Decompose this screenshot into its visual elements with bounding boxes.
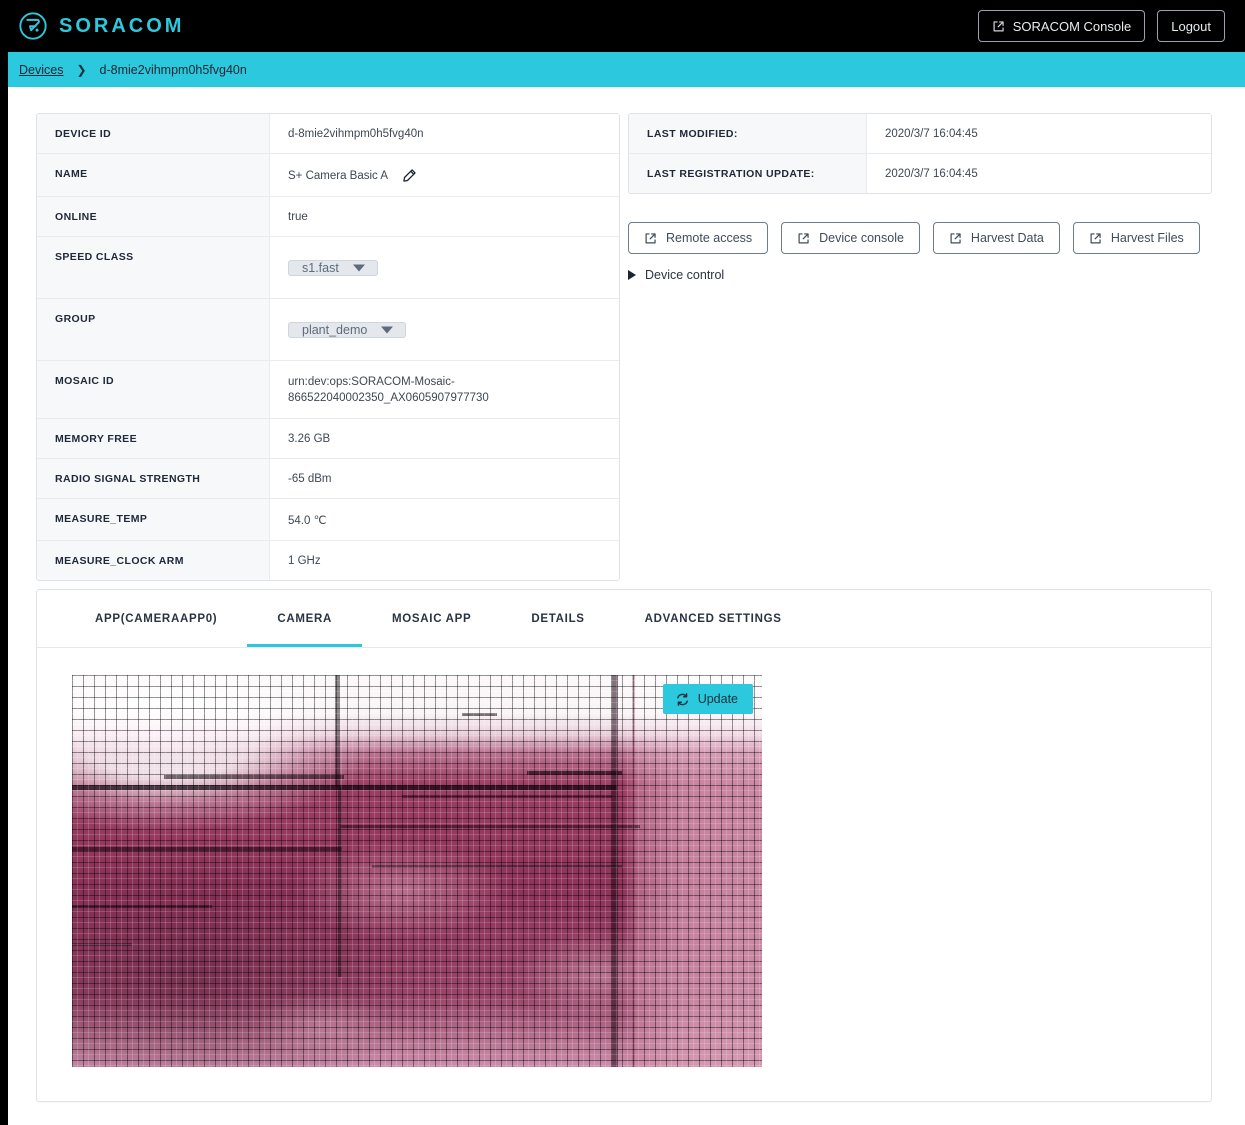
breadcrumb-devices-link[interactable]: Devices bbox=[19, 63, 63, 77]
left-rail bbox=[0, 0, 8, 1125]
sync-refresh-icon bbox=[676, 692, 688, 706]
row-label: LAST REGISTRATION UPDATE: bbox=[629, 154, 867, 193]
device-tab-card: APP(CAMERAAPP0) CAMERA MOSAIC APP DETAIL… bbox=[36, 589, 1212, 1102]
device-info-table: DEVICE ID d-8mie2vihmpm0h5fvg40n NAME S+… bbox=[36, 113, 620, 581]
external-link-icon bbox=[798, 232, 809, 243]
table-row: MOSAIC ID urn:dev:ops:SORACOM-Mosaic- 86… bbox=[37, 361, 619, 419]
row-value-speed-class: s1.fast bbox=[270, 237, 619, 298]
tab-advanced-settings[interactable]: ADVANCED SETTINGS bbox=[615, 590, 812, 647]
row-label: MOSAIC ID bbox=[37, 361, 270, 418]
table-row: MEASURE_TEMP 54.0 ℃ bbox=[37, 499, 619, 541]
external-link-icon bbox=[993, 20, 1004, 31]
device-name-text: S+ Camera Basic A bbox=[288, 169, 389, 182]
pencil-icon[interactable] bbox=[402, 168, 417, 183]
breadcrumb-separator-icon: ❯ bbox=[76, 62, 87, 77]
speed-class-select[interactable]: s1.fast bbox=[288, 260, 378, 276]
table-row: GROUP plant_demo bbox=[37, 299, 619, 361]
remote-access-button-label: Remote access bbox=[666, 231, 753, 245]
row-label: GROUP bbox=[37, 299, 270, 360]
breadcrumb: Devices ❯ d-8mie2vihmpm0h5fvg40n bbox=[19, 63, 247, 77]
row-value-measure-clock-arm: 1 GHz bbox=[270, 541, 619, 580]
device-meta-table: LAST MODIFIED: 2020/3/7 16:04:45 LAST RE… bbox=[628, 113, 1212, 194]
tab-mosaic-app[interactable]: MOSAIC APP bbox=[362, 590, 501, 647]
remote-access-button[interactable]: Remote access bbox=[628, 222, 769, 254]
table-row: NAME S+ Camera Basic A bbox=[37, 154, 619, 197]
external-link-icon bbox=[1090, 232, 1101, 243]
row-value-group: plant_demo bbox=[270, 299, 619, 360]
row-label: MEMORY FREE bbox=[37, 419, 270, 458]
soracom-console-button-label: SORACOM Console bbox=[1012, 18, 1132, 34]
logout-button[interactable]: Logout bbox=[1157, 10, 1225, 42]
device-action-buttons: Remote access Device console Harvest Dat… bbox=[628, 222, 1200, 254]
row-label: MEASURE_CLOCK ARM bbox=[37, 541, 270, 580]
table-row: SPEED CLASS s1.fast bbox=[37, 237, 619, 299]
row-label: SPEED CLASS bbox=[37, 237, 270, 298]
camera-snapshot[interactable]: Update bbox=[72, 675, 762, 1067]
soracom-console-button[interactable]: SORACOM Console bbox=[977, 10, 1146, 42]
soracom-logo-icon bbox=[19, 12, 47, 40]
row-value-measure-temp: 54.0 ℃ bbox=[270, 499, 619, 540]
tab-camera[interactable]: CAMERA bbox=[247, 590, 362, 647]
mosaic-id-line-1: urn:dev:ops:SORACOM-Mosaic- bbox=[288, 376, 455, 388]
row-value-memory-free: 3.26 GB bbox=[270, 419, 619, 458]
mosaic-id-line-2: 866522040002350_AX0605907977730 bbox=[288, 392, 489, 404]
row-value-online: true bbox=[270, 197, 619, 236]
camera-update-button-label: Update bbox=[697, 692, 738, 706]
harvest-data-button-label: Harvest Data bbox=[970, 231, 1044, 245]
row-value-device-id: d-8mie2vihmpm0h5fvg40n bbox=[270, 114, 619, 153]
device-console-button-label: Device console bbox=[819, 231, 904, 245]
logout-button-label: Logout bbox=[1171, 18, 1211, 34]
group-select-wrap: plant_demo bbox=[288, 313, 407, 347]
tab-details[interactable]: DETAILS bbox=[501, 590, 614, 647]
row-value-mosaic-id: urn:dev:ops:SORACOM-Mosaic- 866522040002… bbox=[270, 361, 619, 418]
tab-app-cameraapp0[interactable]: APP(CAMERAAPP0) bbox=[65, 590, 247, 647]
row-label: MEASURE_TEMP bbox=[37, 499, 270, 540]
device-console-button[interactable]: Device console bbox=[781, 222, 920, 254]
camera-tab-panel: Update bbox=[37, 648, 1211, 1101]
row-value-last-modified: 2020/3/7 16:04:45 bbox=[867, 114, 1211, 153]
brand-name: SORACOM bbox=[59, 14, 185, 37]
row-label: NAME bbox=[37, 154, 270, 196]
row-label: ONLINE bbox=[37, 197, 270, 236]
external-link-icon bbox=[645, 232, 656, 243]
table-row: DEVICE ID d-8mie2vihmpm0h5fvg40n bbox=[37, 114, 619, 154]
row-value-last-registration-update: 2020/3/7 16:04:45 bbox=[867, 154, 1211, 193]
camera-update-button[interactable]: Update bbox=[662, 684, 753, 714]
table-row: LAST REGISTRATION UPDATE: 2020/3/7 16:04… bbox=[629, 154, 1211, 193]
table-row: LAST MODIFIED: 2020/3/7 16:04:45 bbox=[629, 114, 1211, 154]
header-actions: SORACOM Console Logout bbox=[977, 10, 1225, 42]
speed-class-select-wrap: s1.fast bbox=[288, 251, 378, 285]
table-row: RADIO SIGNAL STRENGTH -65 dBm bbox=[37, 459, 619, 499]
table-row: ONLINE true bbox=[37, 197, 619, 237]
row-label: RADIO SIGNAL STRENGTH bbox=[37, 459, 270, 498]
external-link-icon bbox=[950, 232, 961, 243]
triangle-right-icon bbox=[628, 270, 636, 280]
device-control-label: Device control bbox=[645, 268, 725, 282]
page-body: DEVICE ID d-8mie2vihmpm0h5fvg40n NAME S+… bbox=[8, 87, 1245, 1125]
breadcrumb-current: d-8mie2vihmpm0h5fvg40n bbox=[99, 62, 247, 77]
row-value-radio-signal-strength: -65 dBm bbox=[270, 459, 619, 498]
brand-logo[interactable]: SORACOM bbox=[18, 11, 184, 41]
camera-pixelation-grid-highlight bbox=[72, 675, 762, 1067]
device-control-disclosure[interactable]: Device control bbox=[628, 268, 724, 282]
row-value-name: S+ Camera Basic A bbox=[270, 154, 619, 196]
harvest-data-button[interactable]: Harvest Data bbox=[932, 222, 1060, 254]
top-header-bar: SORACOM SORACOM Console Logout bbox=[0, 0, 1245, 52]
table-row: MEMORY FREE 3.26 GB bbox=[37, 419, 619, 459]
harvest-files-button-label: Harvest Files bbox=[1110, 231, 1184, 245]
tab-bar: APP(CAMERAAPP0) CAMERA MOSAIC APP DETAIL… bbox=[37, 590, 1211, 648]
harvest-files-button[interactable]: Harvest Files bbox=[1072, 222, 1200, 254]
row-label: DEVICE ID bbox=[37, 114, 270, 153]
breadcrumb-bar: Devices ❯ d-8mie2vihmpm0h5fvg40n bbox=[0, 52, 1245, 87]
row-label: LAST MODIFIED: bbox=[629, 114, 867, 153]
table-row: MEASURE_CLOCK ARM 1 GHz bbox=[37, 541, 619, 580]
group-select[interactable]: plant_demo bbox=[288, 322, 407, 338]
